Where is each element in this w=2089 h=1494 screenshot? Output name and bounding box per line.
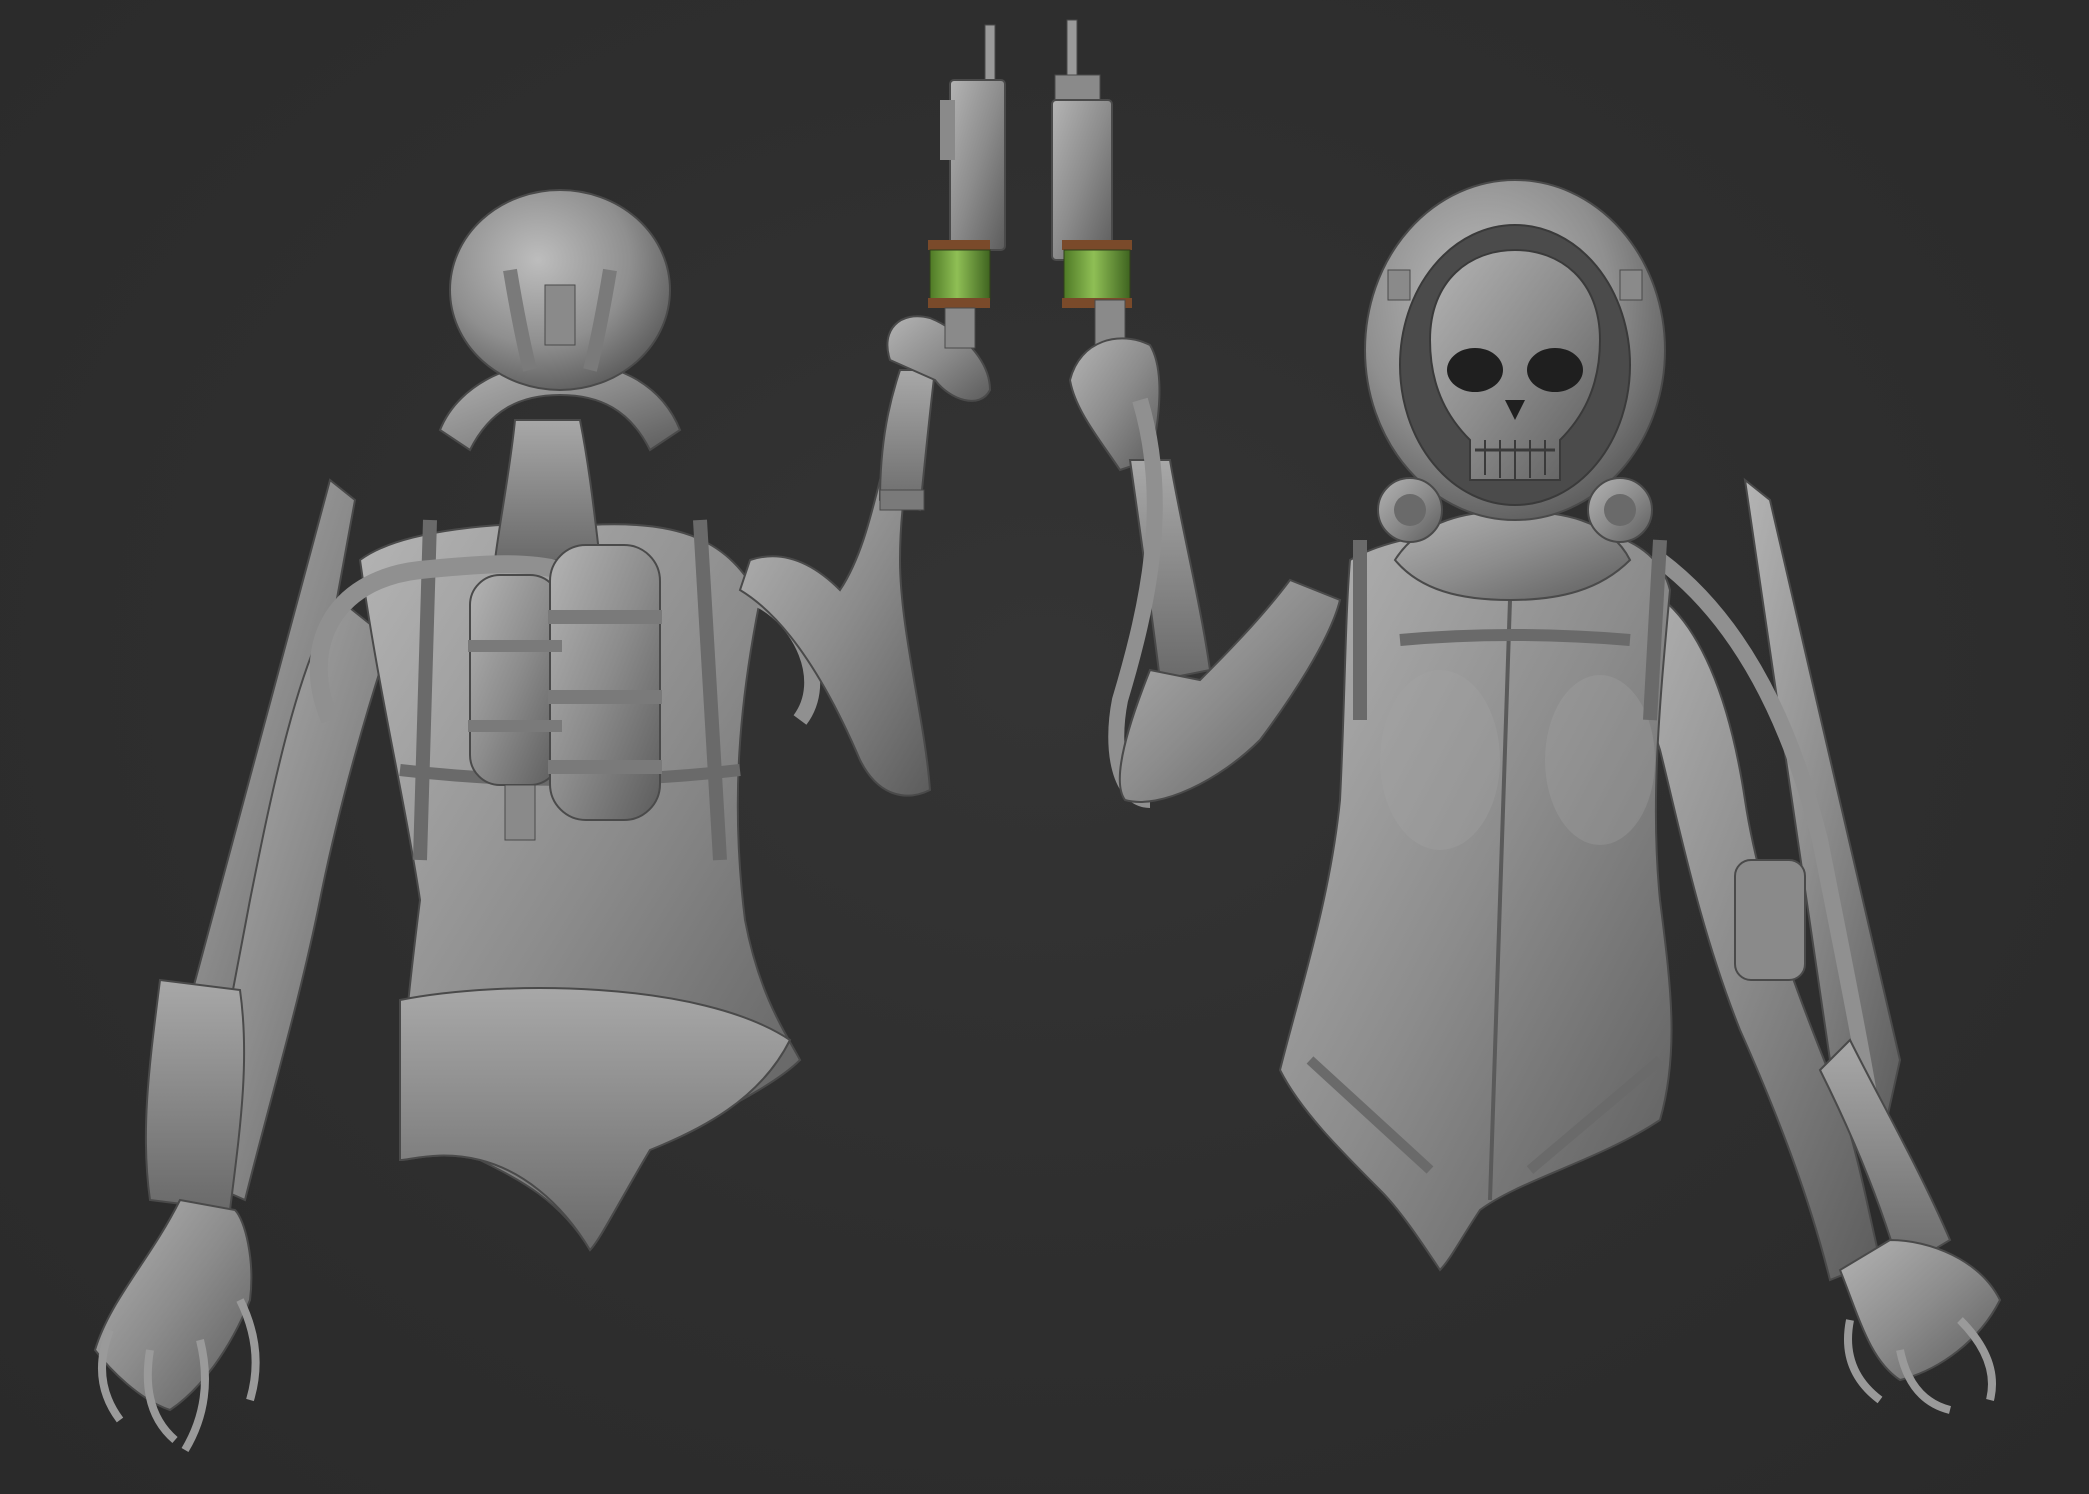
ray-gun bbox=[928, 24, 1006, 349]
right-arm-upper bbox=[738, 478, 932, 797]
right-forearm bbox=[878, 369, 937, 512]
sculpt-viewport[interactable] bbox=[0, 0, 2089, 1494]
ray-gun bbox=[1051, 19, 1132, 391]
back-view-figure bbox=[93, 24, 1006, 1453]
armor-gauntlet bbox=[144, 978, 246, 1212]
hip-armor bbox=[399, 987, 792, 1252]
front-view-figure bbox=[1051, 19, 2002, 1414]
sculpt-render bbox=[93, 19, 2002, 1453]
neck bbox=[493, 419, 602, 561]
claw-hand bbox=[93, 1198, 253, 1412]
claw-hand bbox=[1838, 1238, 2002, 1382]
